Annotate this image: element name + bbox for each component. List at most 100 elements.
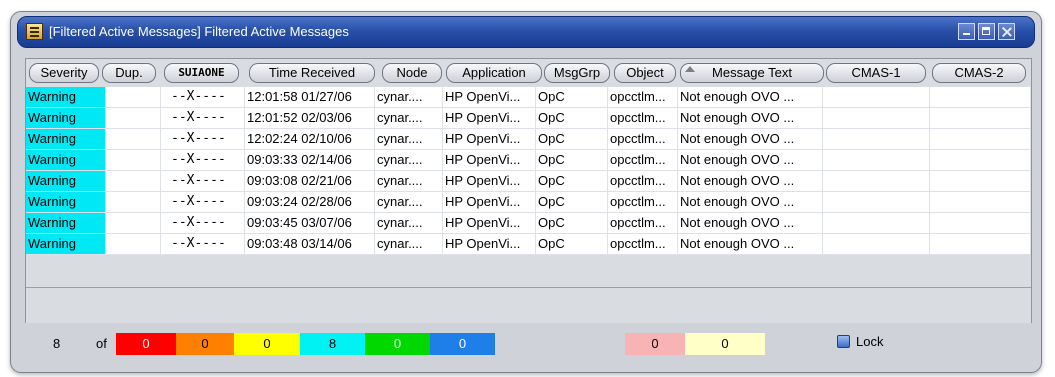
column-header-dup[interactable]: Dup. — [102, 63, 156, 83]
cell-time-received: 12:02:24 02/10/06 — [245, 129, 375, 149]
cell-suiaone: --X---- — [161, 108, 245, 128]
title-bar[interactable]: [Filtered Active Messages] Filtered Acti… — [17, 16, 1035, 48]
table-row[interactable]: Warning --X---- 12:02:24 02/10/06 cynar.… — [26, 129, 1031, 150]
cell-cmas2 — [930, 213, 1031, 233]
cell-msggrp: OpC — [536, 171, 608, 191]
cell-time-received: 09:03:48 03/14/06 — [245, 234, 375, 254]
severity-count-major[interactable]: 0 — [176, 333, 234, 355]
column-header-severity[interactable]: Severity — [29, 63, 99, 83]
cell-cmas2 — [930, 87, 1031, 107]
column-header-time-received[interactable]: Time Received — [249, 63, 375, 83]
message-browser-icon — [26, 23, 43, 40]
cell-node: cynar.... — [375, 87, 443, 107]
buffered-count[interactable]: 0 — [685, 333, 765, 355]
cell-suiaone: --X---- — [161, 171, 245, 191]
cell-msggrp: OpC — [536, 192, 608, 212]
cell-suiaone: --X---- — [161, 213, 245, 233]
cell-dup — [106, 171, 161, 191]
cell-cmas1 — [823, 108, 930, 128]
table-row[interactable]: Warning --X---- 09:03:45 03/07/06 cynar.… — [26, 213, 1031, 234]
message-rows: Warning --X---- 12:01:58 01/27/06 cynar.… — [26, 87, 1031, 287]
cell-message-text: Not enough OVO ... — [678, 192, 823, 212]
column-header-message-text-label: Message Text — [712, 65, 792, 80]
cell-message-text: Not enough OVO ... — [678, 108, 823, 128]
table-row[interactable]: Warning --X---- 12:01:52 02/03/06 cynar.… — [26, 108, 1031, 129]
cell-message-text: Not enough OVO ... — [678, 234, 823, 254]
cell-application: HP OpenVi... — [443, 87, 536, 107]
severity-count-minor[interactable]: 0 — [234, 333, 300, 355]
column-header-suiaone[interactable]: SUIAONE — [164, 63, 239, 83]
cell-time-received: 09:03:33 02/14/06 — [245, 150, 375, 170]
table-row[interactable]: Warning --X---- 09:03:48 03/14/06 cynar.… — [26, 234, 1031, 255]
cell-dup — [106, 234, 161, 254]
cell-cmas2 — [930, 108, 1031, 128]
cell-time-received: 12:01:58 01/27/06 — [245, 87, 375, 107]
cell-node: cynar.... — [375, 129, 443, 149]
cell-suiaone: --X---- — [161, 129, 245, 149]
cell-message-text: Not enough OVO ... — [678, 213, 823, 233]
maximize-icon[interactable] — [978, 23, 995, 40]
table-header: Severity Dup. SUIAONE Time Received Node… — [26, 59, 1031, 87]
cell-severity: Warning — [26, 129, 106, 149]
column-header-msggrp[interactable]: MsgGrp — [544, 63, 610, 83]
severity-count-warning[interactable]: 8 — [300, 333, 365, 355]
cell-application: HP OpenVi... — [443, 129, 536, 149]
column-header-object[interactable]: Object — [614, 63, 676, 83]
cell-cmas1 — [823, 87, 930, 107]
cell-severity: Warning — [26, 108, 106, 128]
cell-node: cynar.... — [375, 171, 443, 191]
column-header-node[interactable]: Node — [382, 63, 442, 83]
cell-cmas1 — [823, 213, 930, 233]
cell-suiaone: --X---- — [161, 234, 245, 254]
cell-severity: Warning — [26, 87, 106, 107]
column-header-message-text[interactable]: Message Text — [680, 63, 824, 83]
cell-msggrp: OpC — [536, 234, 608, 254]
severity-count-normal[interactable]: 0 — [365, 333, 430, 355]
severity-count-critical[interactable]: 0 — [116, 333, 176, 355]
unbuffered-count[interactable]: 0 — [625, 333, 685, 355]
cell-dup — [106, 213, 161, 233]
cell-severity: Warning — [26, 192, 106, 212]
cell-application: HP OpenVi... — [443, 213, 536, 233]
minimize-icon[interactable] — [958, 23, 975, 40]
cell-node: cynar.... — [375, 150, 443, 170]
table-row[interactable]: Warning --X---- 09:03:24 02/28/06 cynar.… — [26, 192, 1031, 213]
table-row[interactable]: Warning --X---- 09:03:33 02/14/06 cynar.… — [26, 150, 1031, 171]
message-table: Severity Dup. SUIAONE Time Received Node… — [25, 58, 1032, 323]
severity-count-unknown[interactable]: 0 — [430, 333, 495, 355]
cell-dup — [106, 87, 161, 107]
cell-dup — [106, 129, 161, 149]
cell-severity: Warning — [26, 213, 106, 233]
column-header-application[interactable]: Application — [446, 63, 542, 83]
table-row[interactable]: Warning --X---- 12:01:58 01/27/06 cynar.… — [26, 87, 1031, 108]
cell-message-text: Not enough OVO ... — [678, 150, 823, 170]
lock-label: Lock — [856, 334, 884, 349]
cell-suiaone: --X---- — [161, 150, 245, 170]
cell-severity: Warning — [26, 234, 106, 254]
cell-object: opcctlm... — [608, 234, 678, 254]
cell-time-received: 09:03:45 03/07/06 — [245, 213, 375, 233]
cell-node: cynar.... — [375, 192, 443, 212]
close-icon[interactable] — [998, 23, 1015, 40]
cell-application: HP OpenVi... — [443, 234, 536, 254]
cell-node: cynar.... — [375, 234, 443, 254]
cell-msggrp: OpC — [536, 150, 608, 170]
empty-table-area — [26, 287, 1031, 323]
filtered-active-messages-window: [Filtered Active Messages] Filtered Acti… — [10, 11, 1042, 373]
column-header-cmas1[interactable]: CMAS-1 — [826, 63, 926, 83]
cell-cmas1 — [823, 150, 930, 170]
cell-cmas2 — [930, 150, 1031, 170]
cell-cmas2 — [930, 234, 1031, 254]
table-row[interactable]: Warning --X---- 09:03:08 02/21/06 cynar.… — [26, 171, 1031, 192]
sort-up-icon — [685, 66, 695, 72]
column-header-cmas2[interactable]: CMAS-2 — [932, 63, 1026, 83]
cell-severity: Warning — [26, 150, 106, 170]
cell-message-text: Not enough OVO ... — [678, 129, 823, 149]
cell-node: cynar.... — [375, 213, 443, 233]
cell-cmas2 — [930, 129, 1031, 149]
cell-object: opcctlm... — [608, 213, 678, 233]
of-label: of — [96, 336, 107, 351]
cell-object: opcctlm... — [608, 108, 678, 128]
lock-checkbox-icon[interactable] — [837, 335, 850, 348]
cell-application: HP OpenVi... — [443, 171, 536, 191]
